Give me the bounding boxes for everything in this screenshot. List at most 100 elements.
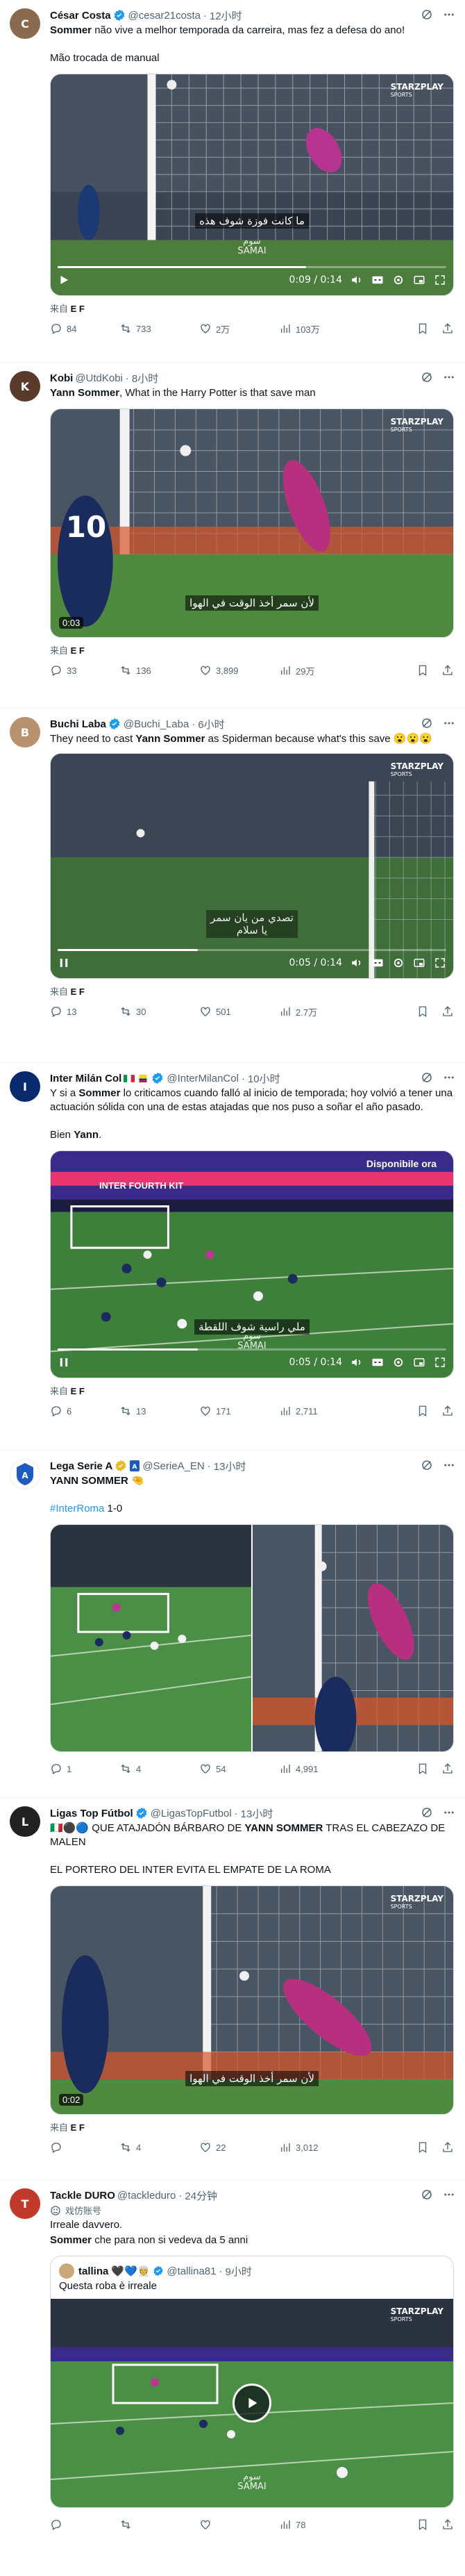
grok-icon[interactable] bbox=[421, 1806, 433, 1819]
tweet[interactable]: C César Costa @cesar21costa · 12小时 Somme… bbox=[0, 0, 465, 363]
share-icon[interactable] bbox=[441, 1005, 454, 1018]
more-icon[interactable] bbox=[443, 1459, 455, 1471]
more-icon[interactable] bbox=[443, 717, 455, 729]
quoted-time[interactable]: 9小时 bbox=[226, 2264, 252, 2279]
avatar[interactable]: B bbox=[10, 717, 40, 748]
share-icon[interactable] bbox=[441, 1405, 454, 1417]
share-icon[interactable] bbox=[441, 322, 454, 335]
grok-icon[interactable] bbox=[421, 371, 433, 383]
like-button[interactable]: 171 bbox=[199, 1405, 279, 1417]
views-button[interactable]: 2,711 bbox=[279, 1405, 362, 1417]
pause-icon[interactable] bbox=[58, 1356, 70, 1369]
volume-icon[interactable] bbox=[350, 274, 363, 286]
timestamp[interactable]: 10小时 bbox=[248, 1071, 280, 1085]
views-button[interactable]: 78 bbox=[279, 2518, 362, 2531]
author-name[interactable]: César Costa bbox=[50, 10, 111, 22]
bookmark-icon[interactable] bbox=[416, 1405, 429, 1417]
tweet[interactable]: L Ligas Top Fútbol @LigasTopFutbol · 13小… bbox=[0, 1798, 465, 2180]
like-button[interactable]: 54 bbox=[199, 1762, 279, 1775]
volume-icon[interactable] bbox=[350, 1356, 363, 1369]
share-icon[interactable] bbox=[441, 2518, 454, 2531]
share-icon[interactable] bbox=[441, 664, 454, 677]
tweet[interactable]: K Kobi @UtdKobi · 8小时 Yann Sommer, What … bbox=[0, 363, 465, 709]
reply-button[interactable]: 1 bbox=[50, 1762, 119, 1775]
author-handle[interactable]: @cesar21costa bbox=[128, 10, 201, 22]
bookmark-icon[interactable] bbox=[416, 664, 429, 677]
views-button[interactable]: 103万 bbox=[279, 322, 362, 336]
pause-icon[interactable] bbox=[58, 957, 70, 969]
author-handle[interactable]: @SerieA_EN bbox=[142, 1460, 204, 1472]
retweet-button[interactable]: 4 bbox=[119, 2141, 199, 2154]
author-name[interactable]: Inter Milán Col bbox=[50, 1073, 121, 1084]
share-icon[interactable] bbox=[441, 2141, 454, 2154]
tweet[interactable]: I Inter Milán Col @InterMilanCol · 10小时 … bbox=[0, 1063, 465, 1451]
video-player[interactable]: 10 STARZPLAY SPORTS لأن سمر أخذ الوقت في … bbox=[50, 408, 454, 638]
video-player[interactable]: STARZPLAY SPORTS تصدي من يان سمر يا سلام 0… bbox=[50, 753, 454, 979]
video-player[interactable]: INTER FOURTH KIT Disponibile ora ملي راس… bbox=[50, 1150, 454, 1378]
retweet-button[interactable]: 136 bbox=[119, 664, 199, 677]
like-button[interactable]: 3,899 bbox=[199, 664, 279, 677]
volume-icon[interactable] bbox=[350, 957, 363, 969]
pip-icon[interactable] bbox=[413, 957, 425, 969]
reply-button[interactable]: 84 bbox=[50, 322, 119, 335]
author-handle[interactable]: @tackleduro bbox=[117, 2190, 176, 2202]
views-button[interactable]: 2.7万 bbox=[279, 1005, 362, 1018]
grok-icon[interactable] bbox=[421, 8, 433, 21]
captions-icon[interactable] bbox=[371, 274, 384, 286]
like-button[interactable]: 2万 bbox=[199, 322, 279, 336]
reply-button[interactable]: 13 bbox=[50, 1005, 119, 1018]
more-icon[interactable] bbox=[443, 371, 455, 383]
avatar[interactable]: A bbox=[10, 1459, 40, 1489]
like-button[interactable]: 22 bbox=[199, 2141, 279, 2154]
avatar[interactable]: L bbox=[10, 1806, 40, 1837]
timestamp[interactable]: 12小时 bbox=[210, 8, 242, 22]
author-handle[interactable]: @LigasTopFutbol bbox=[151, 1808, 232, 1819]
avatar[interactable]: C bbox=[10, 8, 40, 39]
retweet-button[interactable]: 4 bbox=[119, 1762, 199, 1775]
quoted-tweet[interactable]: tallina 🖤💙👳 @tallina81 · 9小时 Questa roba… bbox=[50, 2256, 454, 2508]
bookmark-icon[interactable] bbox=[416, 1762, 429, 1775]
reply-button[interactable] bbox=[50, 2518, 119, 2531]
tweet[interactable]: A Lega Serie A A @SerieA_EN · 13小时 YANN … bbox=[0, 1451, 465, 1798]
avatar[interactable]: K bbox=[10, 371, 40, 402]
quoted-avatar[interactable] bbox=[59, 2263, 74, 2279]
avatar[interactable]: T bbox=[10, 2188, 40, 2219]
bookmark-icon[interactable] bbox=[416, 2518, 429, 2531]
tweet[interactable]: B Buchi Laba @Buchi_Laba · 6小时 They need… bbox=[0, 709, 465, 1063]
author-name[interactable]: Kobi bbox=[50, 372, 73, 384]
image-right[interactable] bbox=[253, 1525, 453, 1751]
fullscreen-icon[interactable] bbox=[434, 1356, 446, 1369]
more-icon[interactable] bbox=[443, 1071, 455, 1084]
source-name[interactable]: E F bbox=[71, 645, 85, 656]
author-name[interactable]: Buchi Laba bbox=[50, 718, 106, 730]
views-button[interactable]: 3,012 bbox=[279, 2141, 362, 2154]
like-button[interactable] bbox=[199, 2518, 279, 2531]
captions-icon[interactable] bbox=[371, 957, 384, 969]
more-icon[interactable] bbox=[443, 8, 455, 21]
more-icon[interactable] bbox=[443, 1806, 455, 1819]
quoted-video[interactable]: STARZPLAY SPORTS سوم SAMAI bbox=[51, 2299, 453, 2507]
like-button[interactable]: 501 bbox=[199, 1005, 279, 1018]
grok-icon[interactable] bbox=[421, 1071, 433, 1084]
captions-icon[interactable] bbox=[371, 1356, 384, 1369]
video-progress[interactable] bbox=[58, 949, 446, 951]
source-name[interactable]: E F bbox=[71, 2122, 85, 2133]
source-name[interactable]: E F bbox=[71, 304, 85, 314]
grok-icon[interactable] bbox=[421, 1459, 433, 1471]
source-name[interactable]: E F bbox=[71, 1386, 85, 1396]
author-handle[interactable]: @Buchi_Laba bbox=[124, 718, 189, 730]
hashtag-link[interactable]: #InterRoma bbox=[50, 1503, 104, 1514]
timestamp[interactable]: 24分钟 bbox=[185, 2188, 217, 2202]
timestamp[interactable]: 13小时 bbox=[214, 1459, 246, 1473]
timestamp[interactable]: 8小时 bbox=[132, 371, 158, 385]
settings-icon[interactable] bbox=[392, 274, 405, 286]
bookmark-icon[interactable] bbox=[416, 322, 429, 335]
reply-button[interactable]: 33 bbox=[50, 664, 119, 677]
reply-button[interactable]: 6 bbox=[50, 1405, 119, 1417]
play-icon[interactable] bbox=[58, 274, 70, 286]
video-progress[interactable] bbox=[58, 266, 446, 268]
timestamp[interactable]: 6小时 bbox=[198, 717, 224, 731]
views-button[interactable]: 4,991 bbox=[279, 1762, 362, 1775]
quoted-handle[interactable]: @tallina81 bbox=[167, 2265, 216, 2277]
author-handle[interactable]: @UtdKobi bbox=[75, 372, 123, 384]
